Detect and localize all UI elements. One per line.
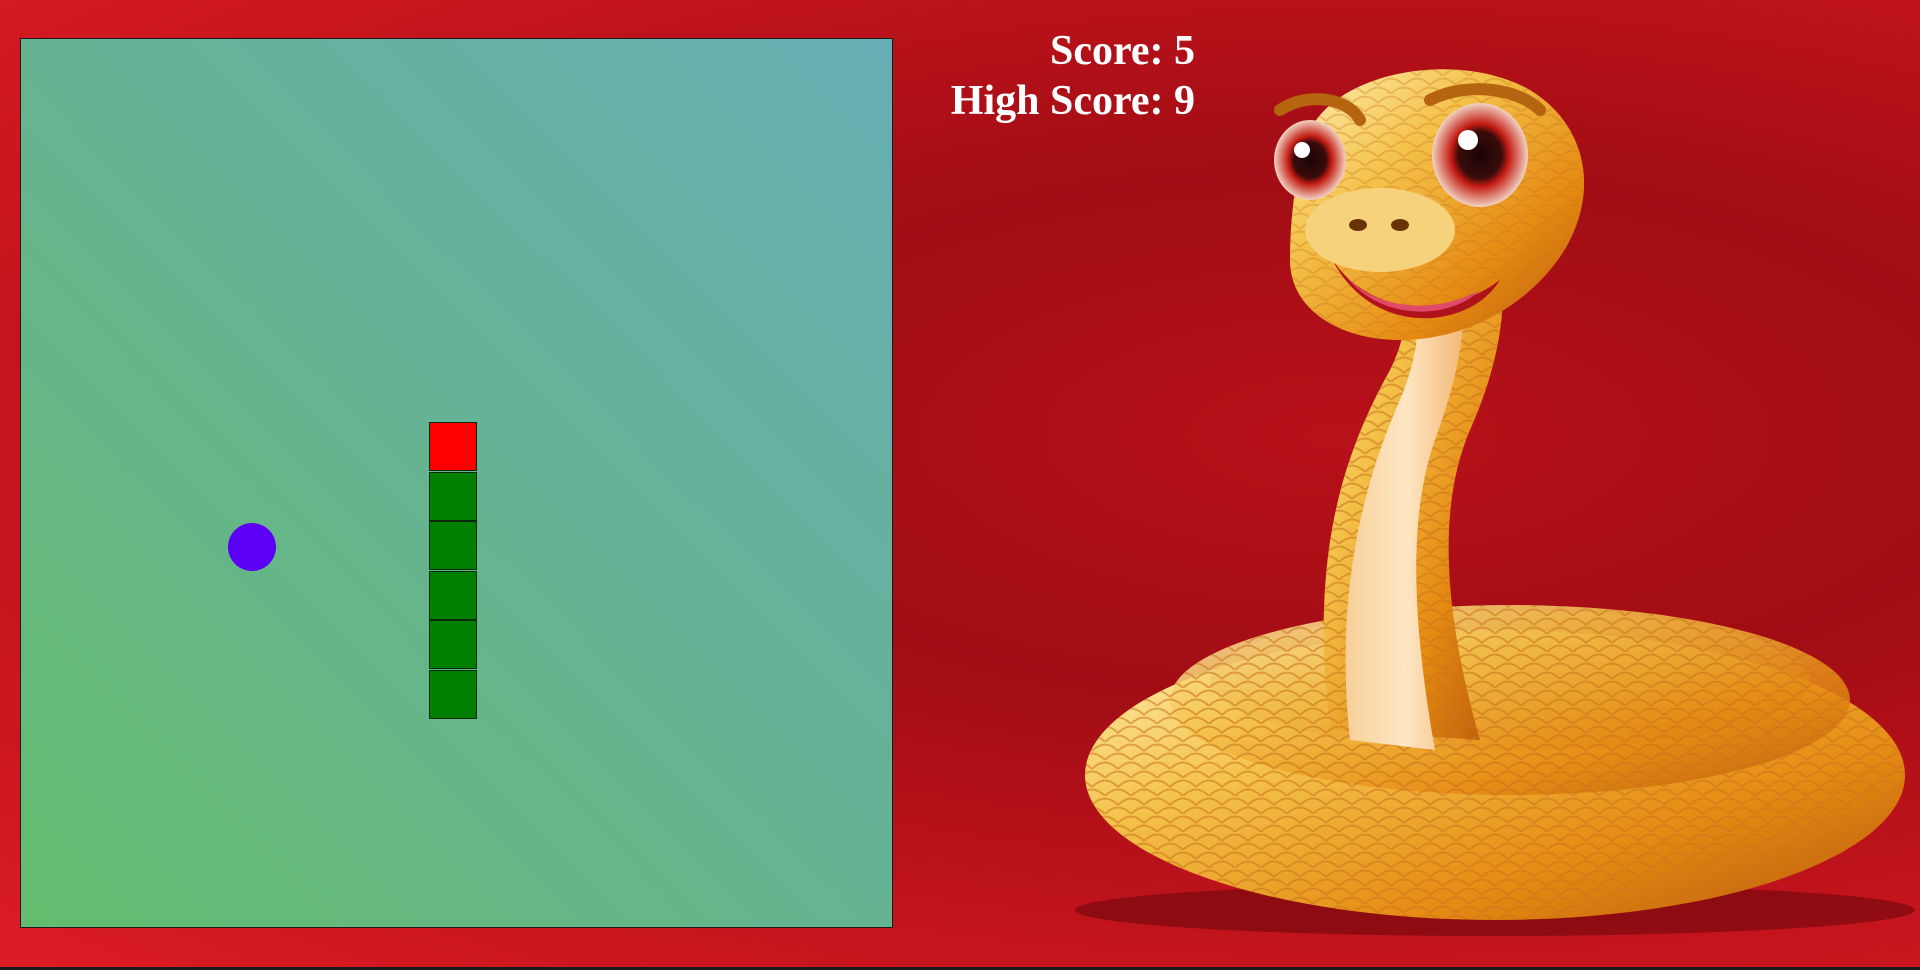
food-pellet xyxy=(228,522,276,571)
snake-body-segment xyxy=(429,570,477,620)
game-background: Score: 5 High Score: 9 xyxy=(0,0,1920,967)
snake-body-segment xyxy=(429,471,477,521)
snake-body-segment xyxy=(429,669,477,719)
snake-body-segment xyxy=(429,620,477,669)
snake-head xyxy=(429,422,477,471)
golden-snake-mascot-icon xyxy=(1075,69,1915,936)
game-board[interactable] xyxy=(20,38,893,928)
snake-body-segment xyxy=(429,521,477,570)
